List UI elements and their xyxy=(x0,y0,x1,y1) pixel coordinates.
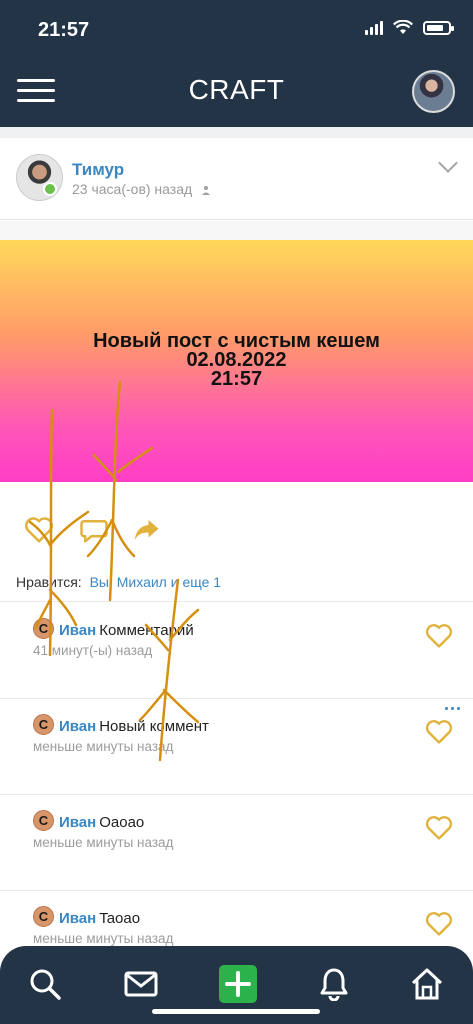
comment-avatar[interactable]: С xyxy=(33,810,54,831)
comment-like-heart-icon[interactable] xyxy=(425,815,453,841)
comment-author[interactable]: Иван Новый коммент xyxy=(59,718,209,735)
people-icon xyxy=(202,186,211,196)
comment-text: Taoao xyxy=(99,910,141,927)
comment-like-heart-icon[interactable] xyxy=(425,623,453,649)
status-time: 21:57 xyxy=(38,19,90,41)
comment-icon[interactable] xyxy=(79,516,109,544)
nav-add[interactable] xyxy=(218,964,258,1004)
separator xyxy=(0,221,473,240)
likes-summary: Нравится: Вы, Михаил и еще 1 xyxy=(16,574,221,590)
comment-time: меньше минуты назад xyxy=(33,931,174,946)
nav-search[interactable] xyxy=(25,964,65,1004)
comment-time: меньше минуты назад xyxy=(33,835,174,850)
comment-text: Oaoao xyxy=(99,814,145,831)
comment-author[interactable]: Иван Taoao xyxy=(59,910,140,927)
share-icon[interactable] xyxy=(131,516,161,544)
comment-avatar[interactable]: С xyxy=(33,906,54,927)
bell-icon xyxy=(320,968,348,1001)
comment-author[interactable]: Иван Комментарий xyxy=(59,622,194,639)
likes-link[interactable]: Вы, Михаил и еще 1 xyxy=(90,574,222,590)
battery-icon xyxy=(423,20,454,35)
separator xyxy=(0,127,473,138)
home-icon xyxy=(411,968,443,1000)
chevron-down-icon[interactable] xyxy=(438,153,458,173)
comment-item: С Иван Комментарий 41 минут(-ы) назад xyxy=(0,603,473,699)
comment-item: С Иван Новый коммент меньше минуты назад xyxy=(0,699,473,795)
comment-author[interactable]: Иван Oaoao xyxy=(59,814,144,831)
profile-avatar[interactable] xyxy=(412,70,455,113)
signal-icon xyxy=(365,20,383,35)
likes-label: Нравится: xyxy=(16,574,82,590)
status-icons xyxy=(365,20,454,35)
author-avatar[interactable] xyxy=(16,154,63,201)
author-name[interactable]: Тимур xyxy=(72,160,124,180)
post-banner[interactable]: Новый пост с чистым кешем 02.08.2022 21:… xyxy=(0,240,473,482)
like-heart-icon[interactable] xyxy=(24,516,54,544)
comment-like-heart-icon[interactable] xyxy=(425,719,453,745)
post-time: 23 часа(-ов) назад xyxy=(72,181,212,197)
nav-messages[interactable] xyxy=(121,964,161,1004)
comment-author-name: Иван xyxy=(59,718,97,735)
comment-author-name: Иван xyxy=(59,622,97,639)
add-button[interactable] xyxy=(219,965,257,1003)
bottom-nav xyxy=(0,946,473,1024)
search-icon xyxy=(30,969,61,1000)
app-title: CRAFT xyxy=(188,74,285,105)
comment-time: 41 минут(-ы) назад xyxy=(33,643,153,658)
comment-author-name: Иван xyxy=(59,910,97,927)
comment-author-name: Иван xyxy=(59,814,97,831)
comment-time: меньше минуты назад xyxy=(33,739,174,754)
comment-text: Комментарий xyxy=(99,622,194,639)
banner-text: Новый пост с чистым кешем 02.08.2022 21:… xyxy=(0,331,473,390)
comment-like-heart-icon[interactable] xyxy=(425,911,453,937)
top-header: 21:57 CRAFT xyxy=(0,0,473,127)
banner-line: 21:57 xyxy=(210,368,263,390)
more-options-icon[interactable] xyxy=(445,707,460,710)
post-time-text: 23 часа(-ов) назад xyxy=(72,181,193,197)
comment-avatar[interactable]: С xyxy=(33,714,54,735)
post-actions: Нравится: Вы, Михаил и еще 1 xyxy=(0,482,473,602)
plus-icon xyxy=(225,971,251,997)
online-indicator xyxy=(43,182,57,196)
nav-notifications[interactable] xyxy=(314,964,354,1004)
post-header: Тимур 23 часа(-ов) назад xyxy=(0,138,473,220)
wifi-icon xyxy=(393,20,413,34)
comment-item: С Иван Oaoao меньше минуты назад xyxy=(0,795,473,891)
comment-avatar[interactable]: С xyxy=(33,618,54,639)
mail-icon xyxy=(124,971,158,997)
comment-text: Новый коммент xyxy=(99,718,209,735)
home-indicator xyxy=(152,1009,320,1014)
nav-home[interactable] xyxy=(407,964,447,1004)
